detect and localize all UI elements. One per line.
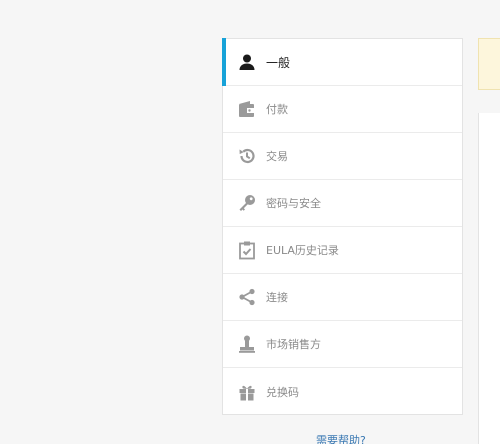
clipboard-check-icon (236, 239, 258, 261)
menu-item-connections[interactable]: 连接 (223, 274, 462, 321)
menu-item-marketplace-seller[interactable]: 市场销售方 (223, 321, 462, 368)
stamp-icon (236, 333, 258, 355)
menu-item-password-security[interactable]: 密码与安全 (223, 180, 462, 227)
history-icon (236, 145, 258, 167)
user-icon (236, 51, 258, 73)
menu-item-general[interactable]: 一般 (222, 38, 462, 86)
menu-item-payment[interactable]: 付款 (223, 86, 462, 133)
help-link[interactable]: 需要帮助? (316, 432, 366, 444)
menu-item-label: 交易 (266, 150, 288, 163)
settings-menu: 一般 付款 交易 密码与安全 EULA历史记录 连接 市场销售方 兑换码 (222, 38, 463, 415)
key-icon (236, 192, 258, 214)
menu-item-transactions[interactable]: 交易 (223, 133, 462, 180)
menu-item-label: 付款 (266, 103, 288, 116)
wallet-icon (236, 98, 258, 120)
menu-item-eula-history[interactable]: EULA历史记录 (223, 227, 462, 274)
menu-item-redeem-code[interactable]: 兑换码 (223, 368, 462, 415)
menu-item-label: 市场销售方 (266, 338, 321, 351)
notice-banner (478, 38, 500, 90)
menu-item-label: 兑换码 (266, 385, 299, 399)
menu-item-label: 一般 (266, 55, 291, 70)
share-icon (236, 286, 258, 308)
menu-item-label: EULA历史记录 (266, 244, 339, 257)
gift-icon (236, 381, 258, 403)
menu-item-label: 连接 (266, 291, 288, 304)
menu-item-label: 密码与安全 (266, 197, 321, 210)
content-panel (478, 113, 500, 444)
account-settings-page: 一般 付款 交易 密码与安全 EULA历史记录 连接 市场销售方 兑换码 需要帮… (0, 0, 500, 444)
